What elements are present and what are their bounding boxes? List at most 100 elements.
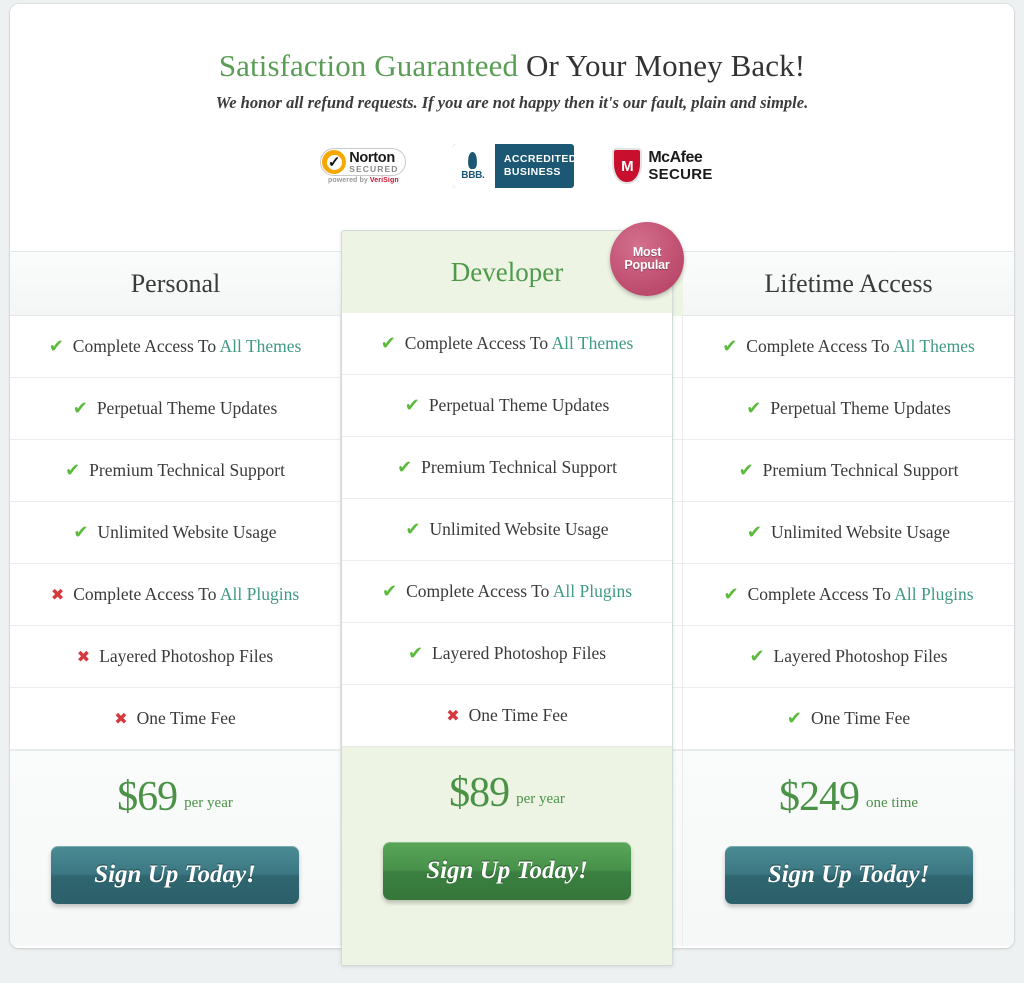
feature-row: ✖ One Time Fee (10, 688, 340, 750)
most-popular-line1: Most (632, 244, 662, 259)
feature-label-text: Complete Access To (404, 333, 552, 353)
price-period: one time (865, 795, 919, 811)
mcafee-badge-line2: SECURE (648, 165, 713, 183)
feature-row: ✔ Layered Photoshop Files (683, 626, 1014, 688)
feature-label: Unlimited Website Usage (771, 522, 950, 543)
feature-label-text: Layered Photoshop Files (773, 646, 948, 666)
feature-label: Complete Access To All Themes (746, 336, 975, 357)
feature-label-text: Complete Access To (746, 336, 893, 356)
feature-row: ✔ Premium Technical Support (683, 440, 1014, 502)
feature-row: ✔ Perpetual Theme Updates (10, 378, 340, 440)
price-block: $69 per year Sign Up Today! (10, 751, 340, 904)
feature-label: Complete Access To All Plugins (748, 584, 974, 605)
norton-badge-line1: Norton (349, 149, 395, 166)
cross-icon: ✖ (114, 708, 128, 728)
feature-list: ✔ Complete Access To All Themes ✔ Perpetual… (683, 316, 1014, 750)
feature-label: Unlimited Website Usage (430, 519, 609, 540)
price-block: $89 per year Sign Up Today! (342, 747, 672, 900)
feature-link[interactable]: All Plugins (894, 584, 973, 604)
feature-label: Complete Access To All Plugins (406, 581, 632, 602)
guarantee-headline: Satisfaction Guaranteed Or Your Money Ba… (10, 48, 1014, 84)
feature-label: One Time Fee (137, 708, 236, 729)
bbb-badge-line1: ACCREDITED (503, 153, 575, 165)
feature-link[interactable]: All Themes (893, 336, 975, 356)
feature-link[interactable]: All Themes (551, 333, 633, 353)
most-popular-line2: Popular (624, 258, 670, 272)
feature-label: Perpetual Theme Updates (97, 398, 277, 419)
check-icon: ✔ (746, 397, 762, 419)
feature-label-text: One Time Fee (136, 708, 236, 728)
feature-label: Premium Technical Support (421, 457, 617, 478)
feature-label-text: Layered Photoshop Files (99, 646, 274, 666)
feature-label-text: One Time Fee (468, 705, 568, 725)
feature-label-text: Unlimited Website Usage (429, 519, 609, 539)
check-icon: ✔ (72, 397, 88, 419)
pricing-page: Satisfaction Guaranteed Or Your Money Ba… (0, 0, 1024, 983)
feature-row: ✔ Complete Access To All Themes (10, 316, 340, 378)
plan-title: Developer (450, 256, 564, 287)
sign-up-button[interactable]: Sign Up Today! (51, 846, 299, 904)
check-icon: ✔ (723, 583, 739, 605)
feature-label-text: Perpetual Theme Updates (770, 398, 951, 418)
feature-list: ✔ Complete Access To All Themes ✔ Perpetual… (342, 313, 672, 747)
check-icon: ✔ (380, 332, 396, 354)
feature-row: ✖ One Time Fee (342, 685, 672, 747)
check-icon: ✔ (48, 335, 64, 357)
feature-row: ✔ Unlimited Website Usage (683, 502, 1014, 564)
bbb-badge-mark: BBB. (461, 169, 485, 181)
feature-link[interactable]: All Plugins (553, 581, 632, 601)
feature-row: ✖ Layered Photoshop Files (10, 626, 340, 688)
plan-footer: $249 one time Sign Up Today! (683, 750, 1014, 946)
guarantee-subtext: We honor all refund requests. If you are… (215, 93, 809, 112)
shield-icon: M (612, 148, 643, 184)
norton-badge-line3: powered by VeriSign (327, 177, 399, 184)
feature-list: ✔ Complete Access To All Themes ✔ Perpetual… (10, 316, 341, 750)
plan-column-featured[interactable]: Developer ✔ Complete Access To All Themes ✔… (341, 230, 673, 966)
feature-row: ✔ Premium Technical Support (342, 437, 672, 499)
plan-footer-featured: $89 per year Sign Up Today! (342, 747, 672, 965)
feature-row: ✔ Complete Access To All Plugins (342, 561, 672, 623)
feature-row: ✔ Premium Technical Support (10, 440, 340, 502)
mcafee-secure-badge: M McAfee SECURE (612, 144, 712, 188)
price-amount: $89 (449, 770, 510, 816)
feature-label: Premium Technical Support (89, 460, 285, 481)
feature-link[interactable]: All Plugins (220, 584, 299, 604)
feature-row: ✔ Perpetual Theme Updates (342, 375, 672, 437)
feature-row: ✖ Complete Access To All Plugins (10, 564, 340, 626)
sign-up-button[interactable]: Sign Up Today! (383, 842, 631, 900)
norton-badge-line2: SECURED (349, 164, 399, 174)
feature-link[interactable]: All Themes (219, 336, 301, 356)
check-icon: ✔ (407, 642, 424, 664)
feature-label-text: Premium Technical Support (762, 460, 959, 480)
check-icon: ✔ (786, 707, 802, 729)
check-icon: ✔ (65, 459, 81, 481)
feature-label: Layered Photoshop Files (99, 646, 273, 667)
mcafee-badge-line1: McAfee (648, 149, 703, 167)
feature-label-text: Premium Technical Support (421, 457, 617, 477)
feature-row: ✔ Unlimited Website Usage (342, 499, 672, 561)
plan-header: Lifetime Access (683, 251, 1014, 316)
feature-row: ✔ Complete Access To All Themes (683, 316, 1014, 378)
feature-label-text: Complete Access To (72, 336, 220, 356)
feature-label-text: Unlimited Website Usage (97, 522, 277, 542)
feature-row: ✔ Complete Access To All Themes (342, 313, 672, 375)
bbb-accredited-badge: BBB. ACCREDITED BUSINESS (453, 144, 575, 188)
plan-column-lifetime-access[interactable]: Lifetime Access ✔ Complete Access To All T… (683, 251, 1014, 946)
feature-label-text: Perpetual Theme Updates (96, 398, 278, 418)
feature-label: One Time Fee (469, 705, 568, 726)
price-period: per year (516, 791, 565, 807)
feature-label: Complete Access To All Themes (405, 333, 634, 354)
sign-up-button[interactable]: Sign Up Today! (724, 846, 973, 904)
plan-header: Personal (10, 251, 341, 316)
norton-secured-badge: ✓ Norton SECURED powered by VeriSign (311, 142, 415, 190)
check-icon: ✔ (746, 521, 762, 543)
check-icon: ✔ (381, 580, 398, 602)
check-icon: ✔ (722, 335, 738, 357)
feature-row: ✔ Perpetual Theme Updates (683, 378, 1014, 440)
plan-title: Personal (130, 268, 221, 298)
bbb-torch-icon (468, 151, 478, 169)
feature-label: Perpetual Theme Updates (429, 395, 609, 416)
cross-icon: ✖ (446, 705, 460, 725)
plan-column-personal[interactable]: Personal ✔ Complete Access To All Themes ✔ P… (10, 251, 341, 946)
feature-label: Complete Access To All Plugins (73, 584, 299, 605)
